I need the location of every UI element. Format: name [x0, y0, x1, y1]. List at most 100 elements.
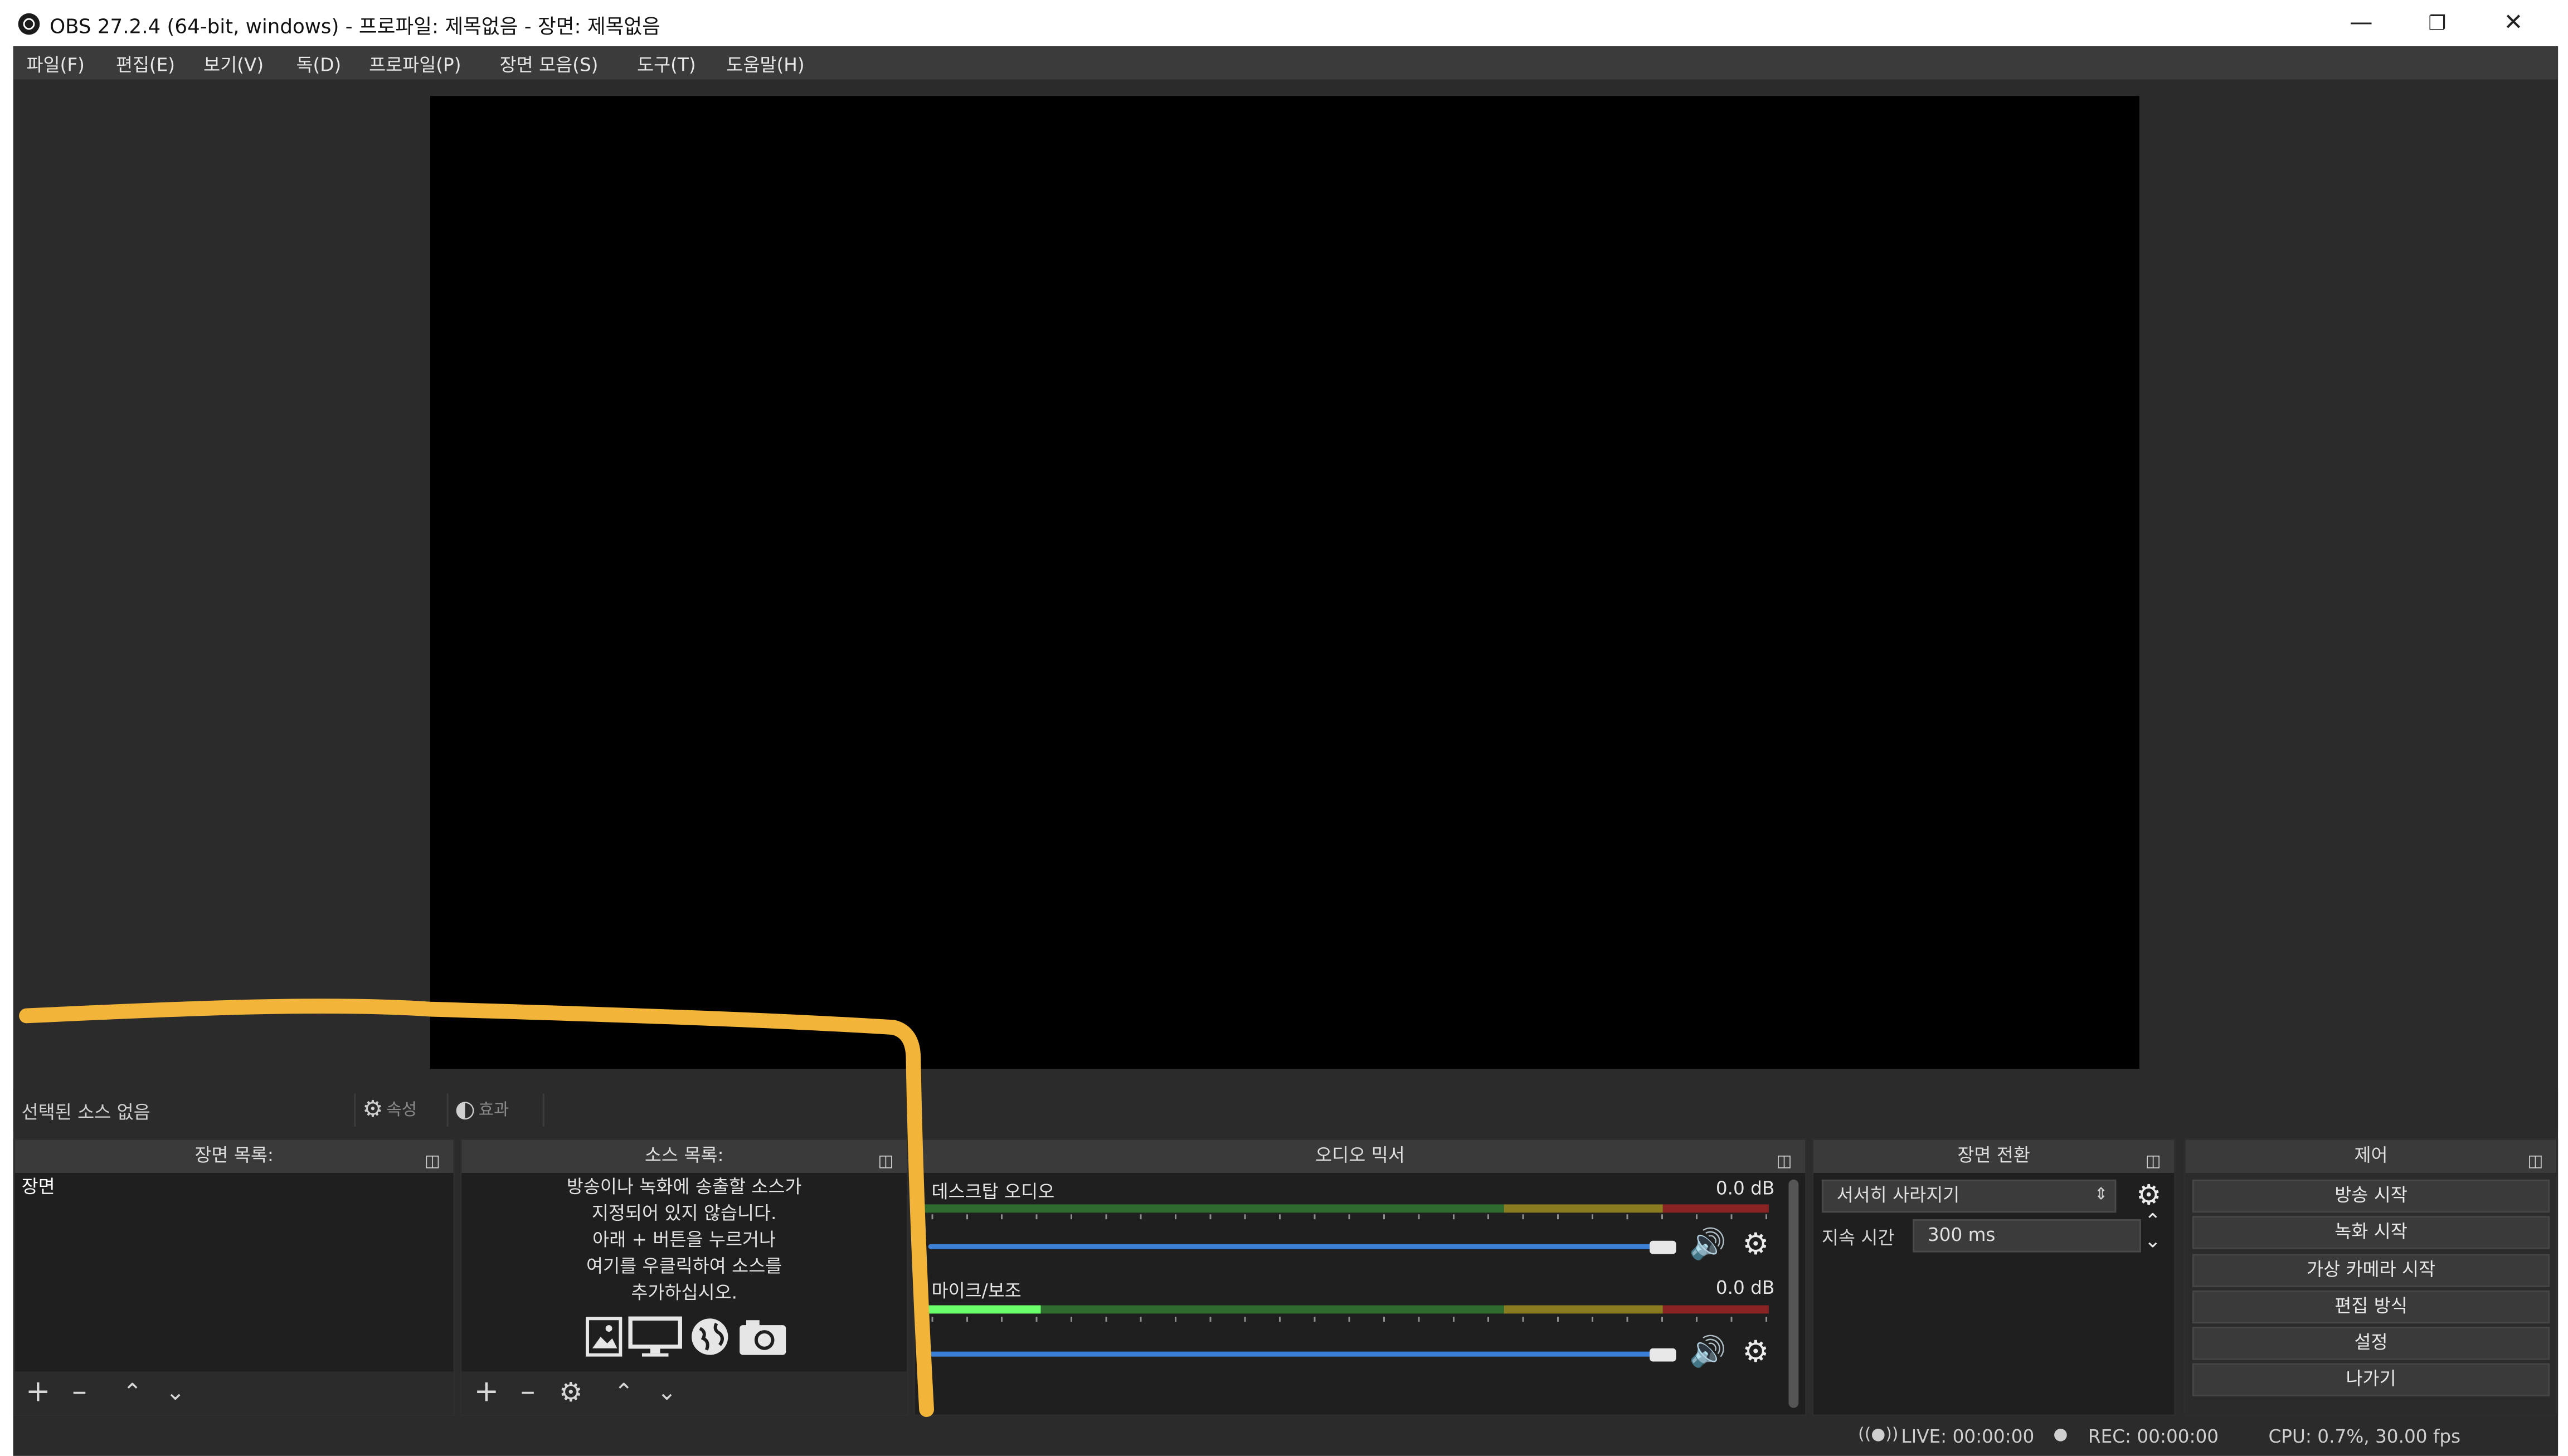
meter-ticks: [931, 1317, 1769, 1334]
channel-name: 마이크/보조: [931, 1280, 1022, 1302]
hint-line: 여기를 우클릭하여 소스를: [586, 1255, 782, 1278]
minimize-icon[interactable]: —: [2323, 0, 2399, 46]
gear-icon[interactable]: ⚙: [2136, 1180, 2161, 1212]
menu-tools[interactable]: 도구(T): [637, 51, 696, 78]
move-up-icon[interactable]: ⌃: [606, 1375, 642, 1411]
scenes-title: 장면 목록:: [194, 1145, 274, 1167]
volume-slider[interactable]: [928, 1244, 1673, 1249]
start-streaming-button[interactable]: 방송 시작: [2192, 1179, 2550, 1213]
window-title: OBS 27.2.4 (64-bit, windows) - 프로파일: 제목없…: [50, 14, 660, 38]
hint-line: 아래 + 버튼을 누르거나: [592, 1229, 776, 1251]
move-up-icon[interactable]: ⌃: [114, 1375, 150, 1411]
speaker-icon[interactable]: 🔊: [1689, 1228, 1726, 1262]
mixer-title: 오디오 믹서: [1315, 1145, 1405, 1167]
add-scene-icon[interactable]: +: [20, 1375, 56, 1411]
close-icon[interactable]: ✕: [2475, 0, 2552, 46]
menu-bar: 파일(F) 편집(E) 보기(V) 독(D) 프로파일(P) 장면 모음(S) …: [13, 46, 2559, 80]
chevron-updown-icon: ⇕: [2094, 1186, 2108, 1205]
preview-canvas[interactable]: [430, 96, 2139, 1069]
mixer-scrollbar[interactable]: [1788, 1179, 1799, 1408]
speaker-icon[interactable]: 🔊: [1689, 1335, 1726, 1370]
sources-title: 소스 목록:: [644, 1145, 724, 1167]
undock-icon[interactable]: ◫: [2527, 1147, 2543, 1180]
source-properties-gear-icon[interactable]: ⚙: [553, 1375, 589, 1411]
spin-down-icon[interactable]: ⌄: [2144, 1231, 2161, 1251]
gear-icon: ⚙: [362, 1097, 383, 1123]
duration-value: 300 ms: [1927, 1224, 1996, 1246]
volume-slider-handle[interactable]: [1650, 1240, 1676, 1254]
globe-icon: [692, 1318, 728, 1355]
sources-header: 소스 목록: ◫: [461, 1140, 907, 1173]
menu-help[interactable]: 도움말(H): [726, 51, 804, 78]
scenes-toolbar: + – ⌃ ⌄: [14, 1371, 454, 1415]
channel-db: 0.0 dB: [1715, 1277, 1775, 1299]
menu-edit[interactable]: 편집(E): [116, 51, 175, 78]
source-type-icons: [581, 1315, 796, 1361]
properties-button[interactable]: ⚙ 속성: [354, 1093, 424, 1127]
image-icon: [586, 1317, 622, 1357]
rec-timer: REC: 00:00:00: [2088, 1426, 2219, 1448]
exit-button[interactable]: 나가기: [2192, 1363, 2550, 1396]
transition-select[interactable]: 서서히 사라지기 ⇕: [1821, 1179, 2117, 1213]
gear-icon[interactable]: ⚙: [1742, 1228, 1769, 1262]
maximize-icon[interactable]: ❐: [2399, 0, 2475, 46]
menu-dock[interactable]: 독(D): [296, 51, 341, 78]
filters-label: 효과: [478, 1102, 509, 1121]
scene-list-item[interactable]: 장면: [14, 1173, 454, 1203]
duration-spinbox[interactable]: 300 ms: [1913, 1219, 2141, 1253]
hint-line: 방송이나 녹화에 송출할 소스가: [566, 1176, 802, 1198]
sources-empty-hint[interactable]: 방송이나 녹화에 송출할 소스가 지정되어 있지 않습니다. 아래 + 버튼을 …: [461, 1175, 907, 1307]
start-recording-button[interactable]: 녹화 시작: [2192, 1216, 2550, 1249]
source-toolbar: 선택된 소스 없음 ⚙ 속성 ◐ 효과: [13, 1088, 2559, 1132]
hint-line: 추가하십시오.: [631, 1282, 738, 1304]
undock-icon[interactable]: ◫: [2145, 1147, 2161, 1180]
settings-button[interactable]: 설정: [2192, 1327, 2550, 1360]
controls-header: 제어 ◫: [2186, 1140, 2557, 1173]
hint-line: 지정되어 있지 않습니다.: [591, 1202, 777, 1225]
scenes-dock: 장면 목록: ◫ 장면 + – ⌃ ⌄: [13, 1138, 455, 1416]
cpu-fps-readout: CPU: 0.7%, 30.00 fps: [2268, 1426, 2461, 1448]
undock-icon[interactable]: ◫: [1776, 1147, 1792, 1180]
properties-label: 속성: [386, 1102, 417, 1121]
add-source-icon[interactable]: +: [468, 1375, 504, 1411]
channel-name: 데스크탑 오디오: [931, 1181, 1055, 1203]
start-virtual-camera-button[interactable]: 가상 카메라 시작: [2192, 1254, 2550, 1287]
channel-db: 0.0 dB: [1715, 1177, 1775, 1200]
menu-scene-collection[interactable]: 장면 모음(S): [500, 51, 599, 78]
gear-icon[interactable]: ⚙: [1742, 1335, 1769, 1370]
remove-source-icon[interactable]: –: [509, 1375, 546, 1411]
remove-scene-icon[interactable]: –: [61, 1375, 98, 1411]
obs-logo-icon: [18, 13, 40, 35]
mixer-header: 오디오 믹서 ◫: [915, 1140, 1806, 1173]
volume-slider-handle[interactable]: [1650, 1348, 1676, 1362]
title-bar: OBS 27.2.4 (64-bit, windows) - 프로파일: 제목없…: [0, 0, 2568, 47]
meter-green-zone: [921, 1204, 1504, 1213]
studio-mode-button[interactable]: 편집 방식: [2192, 1290, 2550, 1324]
transitions-header: 장면 전환 ◫: [1813, 1140, 2175, 1173]
toolbar-divider: [542, 1093, 544, 1127]
broadcast-icon: ((●)): [1858, 1426, 1899, 1444]
move-down-icon[interactable]: ⌄: [649, 1375, 685, 1411]
record-dot-icon: ●: [2053, 1426, 2068, 1444]
menu-profile[interactable]: 프로파일(P): [369, 51, 461, 78]
no-source-selected-label: 선택된 소스 없음: [21, 1102, 150, 1123]
meter-level: [921, 1305, 1040, 1314]
volume-meter: [921, 1305, 1769, 1314]
filters-button[interactable]: ◐ 효과: [446, 1093, 516, 1127]
meter-yellow-zone: [1504, 1204, 1663, 1213]
obs-root: OBS 27.2.4 (64-bit, windows) - 프로파일: 제목없…: [0, 0, 2568, 1456]
meter-red-zone: [1662, 1204, 1769, 1213]
menu-view[interactable]: 보기(V): [203, 51, 264, 78]
main-window: 파일(F) 편집(E) 보기(V) 독(D) 프로파일(P) 장면 모음(S) …: [13, 46, 2559, 1456]
volume-slider[interactable]: [928, 1351, 1673, 1357]
spin-up-icon[interactable]: ⌃: [2144, 1211, 2161, 1231]
sources-toolbar: + – ⚙ ⌃ ⌄: [461, 1371, 907, 1415]
scene-transitions-dock: 장면 전환 ◫ 서서히 사라지기 ⇕ ⚙ 지속 시간 300 ms ⌃ ⌄: [1812, 1138, 2176, 1416]
volume-meter: [921, 1204, 1769, 1213]
live-timer: LIVE: 00:00:00: [1901, 1426, 2035, 1448]
menu-file[interactable]: 파일(F): [27, 51, 85, 78]
move-down-icon[interactable]: ⌄: [157, 1375, 193, 1411]
transition-selected-value: 서서히 사라지기: [1836, 1184, 1960, 1206]
display-icon: [628, 1316, 682, 1357]
camera-icon: [740, 1320, 786, 1355]
